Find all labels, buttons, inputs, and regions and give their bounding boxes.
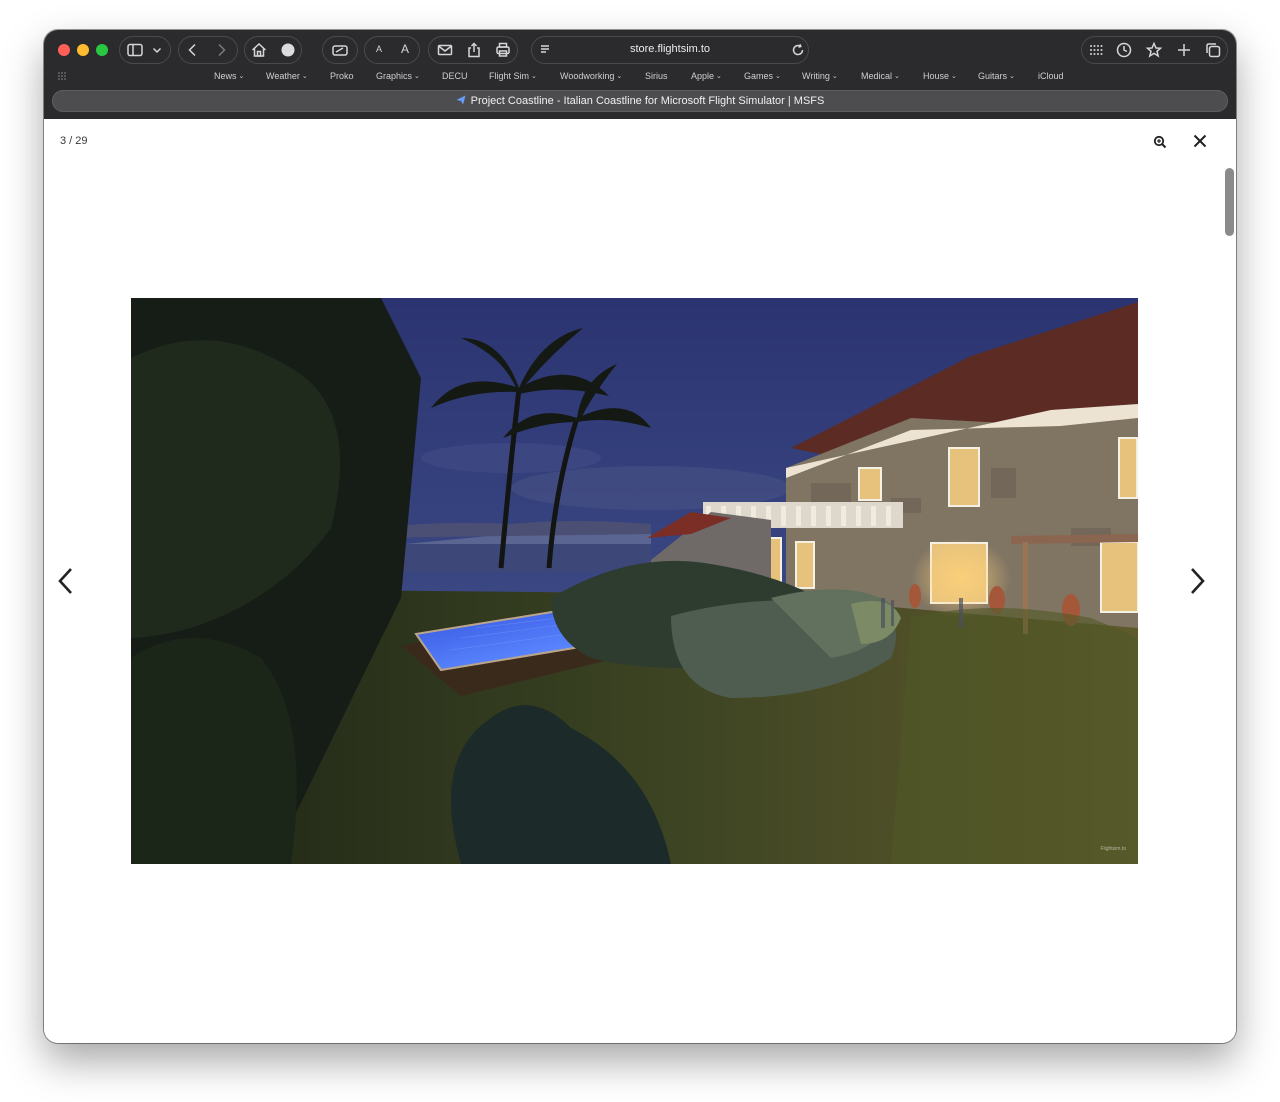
markup-icon[interactable] bbox=[329, 39, 351, 61]
text-size-group bbox=[364, 36, 420, 64]
paper-plane-favicon-icon bbox=[456, 95, 466, 105]
bookmark-woodworking[interactable]: Woodworking ⌄ bbox=[560, 71, 622, 81]
text-larger-button[interactable]: A bbox=[401, 42, 409, 56]
bookmark-apple[interactable]: Apple ⌄ bbox=[691, 71, 722, 81]
bookmark-news[interactable]: News ⌄ bbox=[214, 71, 244, 81]
arrow-left-icon[interactable] bbox=[56, 567, 76, 595]
bookmark-guitars[interactable]: Guitars ⌄ bbox=[978, 71, 1015, 81]
bookmark-decu[interactable]: DECU bbox=[442, 71, 468, 81]
bookmark-house[interactable]: House ⌄ bbox=[923, 71, 957, 81]
chevron-left-icon[interactable] bbox=[182, 39, 204, 61]
bookmark-weather[interactable]: Weather ⌄ bbox=[266, 71, 308, 81]
bookmark-proko[interactable]: Proko bbox=[330, 71, 354, 81]
image-counter: 3 / 29 bbox=[60, 135, 88, 147]
reload-icon[interactable] bbox=[787, 39, 809, 61]
tab-overview-icon[interactable] bbox=[1202, 39, 1224, 61]
close-icon[interactable] bbox=[1192, 133, 1208, 149]
url-text: store.flightsim.to bbox=[629, 43, 711, 55]
bookmark-sirius[interactable]: Sirius bbox=[645, 71, 668, 81]
close-window-button[interactable] bbox=[58, 44, 70, 56]
browser-toolbar: A A store.flightsim.to News ⌄ Weather ⌄ … bbox=[44, 30, 1236, 119]
history-clock-icon[interactable] bbox=[1113, 39, 1135, 61]
text-smaller-button[interactable]: A bbox=[376, 44, 382, 54]
tab-title: Project Coastline - Italian Coastline fo… bbox=[52, 95, 1228, 107]
bookmark-medical[interactable]: Medical ⌄ bbox=[861, 71, 900, 81]
bookmark-star-icon[interactable] bbox=[1143, 39, 1165, 61]
bookmark-writing[interactable]: Writing ⌄ bbox=[802, 71, 838, 81]
bookmark-flight-sim[interactable]: Flight Sim ⌄ bbox=[489, 71, 537, 81]
profile-dot-icon[interactable] bbox=[277, 39, 299, 61]
active-tab[interactable]: Project Coastline - Italian Coastline fo… bbox=[52, 90, 1228, 112]
watermark-text: Flightsim.to bbox=[1100, 846, 1126, 852]
bookmark-icloud[interactable]: iCloud bbox=[1038, 71, 1064, 81]
bookmark-games[interactable]: Games ⌄ bbox=[744, 71, 781, 81]
address-bar[interactable]: store.flightsim.to bbox=[531, 36, 809, 64]
zoom-window-button[interactable] bbox=[96, 44, 108, 56]
home-icon[interactable] bbox=[248, 39, 270, 61]
chevron-right-icon[interactable] bbox=[210, 39, 232, 61]
bookmarks-bar: News ⌄ Weather ⌄ Proko Graphics ⌄ DECU Flig… bbox=[44, 71, 1236, 85]
mail-icon[interactable] bbox=[434, 39, 456, 61]
apps-grid-icon[interactable] bbox=[1085, 39, 1107, 61]
zoom-in-icon[interactable] bbox=[1153, 135, 1167, 149]
browser-window: A A store.flightsim.to News ⌄ Weather ⌄ … bbox=[44, 30, 1236, 1043]
lightbox-viewer: 3 / 29 Flightsim.to bbox=[44, 119, 1236, 1043]
tab-title-text: Project Coastline - Italian Coastline fo… bbox=[470, 95, 825, 107]
sidebar-icon[interactable] bbox=[124, 39, 146, 61]
minimize-window-button[interactable] bbox=[77, 44, 89, 56]
gallery-image: Flightsim.to bbox=[131, 298, 1138, 864]
chevron-down-icon[interactable] bbox=[146, 39, 168, 61]
arrow-right-icon[interactable] bbox=[1187, 567, 1207, 595]
scrollbar-thumb[interactable] bbox=[1225, 168, 1234, 236]
new-tab-icon[interactable] bbox=[1173, 39, 1195, 61]
share-icon[interactable] bbox=[463, 39, 485, 61]
bookmark-graphics[interactable]: Graphics ⌄ bbox=[376, 71, 420, 81]
print-icon[interactable] bbox=[492, 39, 514, 61]
